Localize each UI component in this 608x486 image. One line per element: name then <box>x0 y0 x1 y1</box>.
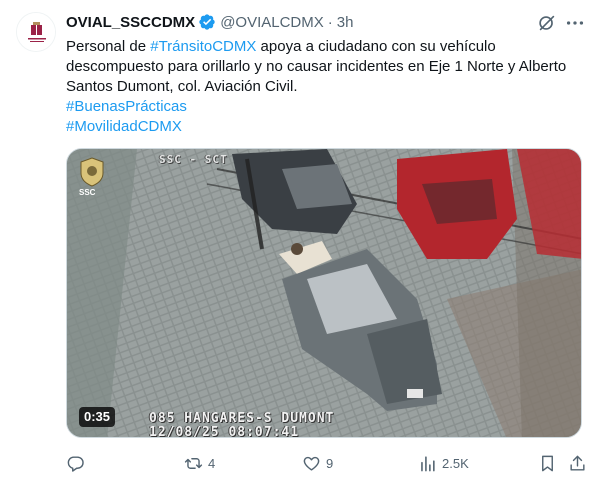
video-frame <box>67 149 581 437</box>
share-button[interactable] <box>568 452 587 474</box>
video-duration: 0:35 <box>79 407 116 427</box>
share-icon <box>570 455 585 471</box>
more-dots-icon <box>566 21 584 25</box>
bookmark-icon <box>542 455 553 471</box>
bookmark-button[interactable] <box>538 452 557 474</box>
heart-icon <box>303 456 320 471</box>
grok-icon <box>539 15 555 31</box>
display-name[interactable]: OVIAL_SSCCDMX <box>66 14 195 31</box>
ssc-label: SSC <box>79 188 96 197</box>
text-line-2: descompuesto para orillarlo y no causar … <box>66 58 567 75</box>
retweet-count: 4 <box>208 455 216 471</box>
hashtag-transitocdmx[interactable]: #TránsitoCDMX <box>150 38 256 55</box>
separator-dot: · <box>327 13 333 31</box>
views-chart-icon <box>421 455 435 471</box>
video-osd-location: 085 HANGARES-S DUMONT <box>149 411 335 426</box>
retweet-icon <box>184 457 203 469</box>
action-bar: 4 9 2.5K <box>66 452 586 474</box>
tweet-text: Personal de #TránsitoCDMX apoya a ciudad… <box>66 37 586 137</box>
video-player[interactable]: SSC SSC - SCT 085 HANGARES-S DUMONT 12/0… <box>66 148 582 438</box>
reply-icon <box>67 455 84 472</box>
ssc-badge-icon <box>80 157 104 187</box>
handle[interactable]: @OVIALCDMX <box>220 14 324 31</box>
views-button[interactable]: 2.5K <box>418 452 469 474</box>
text-line-1: Personal de #TránsitoCDMX apoya a ciudad… <box>66 37 586 57</box>
video-osd-datetime: 12/08/25 08:07:41 <box>149 425 300 438</box>
retweet-button[interactable]: 4 <box>184 452 215 474</box>
tweet-header: OVIAL_SSCCDMX @OVIALCDMX · 3h <box>66 12 353 32</box>
video-osd-top: SSC - SCT <box>159 153 228 166</box>
avatar[interactable] <box>16 12 56 52</box>
grok-button[interactable] <box>536 12 558 34</box>
reply-button[interactable] <box>66 452 90 474</box>
tweet-card[interactable]: OVIAL_SSCCDMX @OVIALCDMX · 3h Personal d… <box>0 0 608 486</box>
hashtag-buenaspracticas[interactable]: #BuenasPrácticas <box>66 97 586 117</box>
text-segment: Personal de <box>66 38 151 55</box>
views-count: 2.5K <box>442 455 469 471</box>
timestamp[interactable]: 3h <box>337 14 354 31</box>
verified-badge-icon <box>198 13 216 31</box>
text-segment: apoya a ciudadano con su vehículo <box>256 38 496 55</box>
avatar-logo-icon <box>17 13 55 51</box>
like-button[interactable]: 9 <box>302 452 333 474</box>
more-options-button[interactable] <box>564 12 586 34</box>
text-line-3: Santos Dumont, col. Aviación Civil. <box>66 78 298 95</box>
like-count: 9 <box>326 455 334 471</box>
hashtag-movilidadcdmx[interactable]: #MovilidadCDMX <box>66 117 586 137</box>
